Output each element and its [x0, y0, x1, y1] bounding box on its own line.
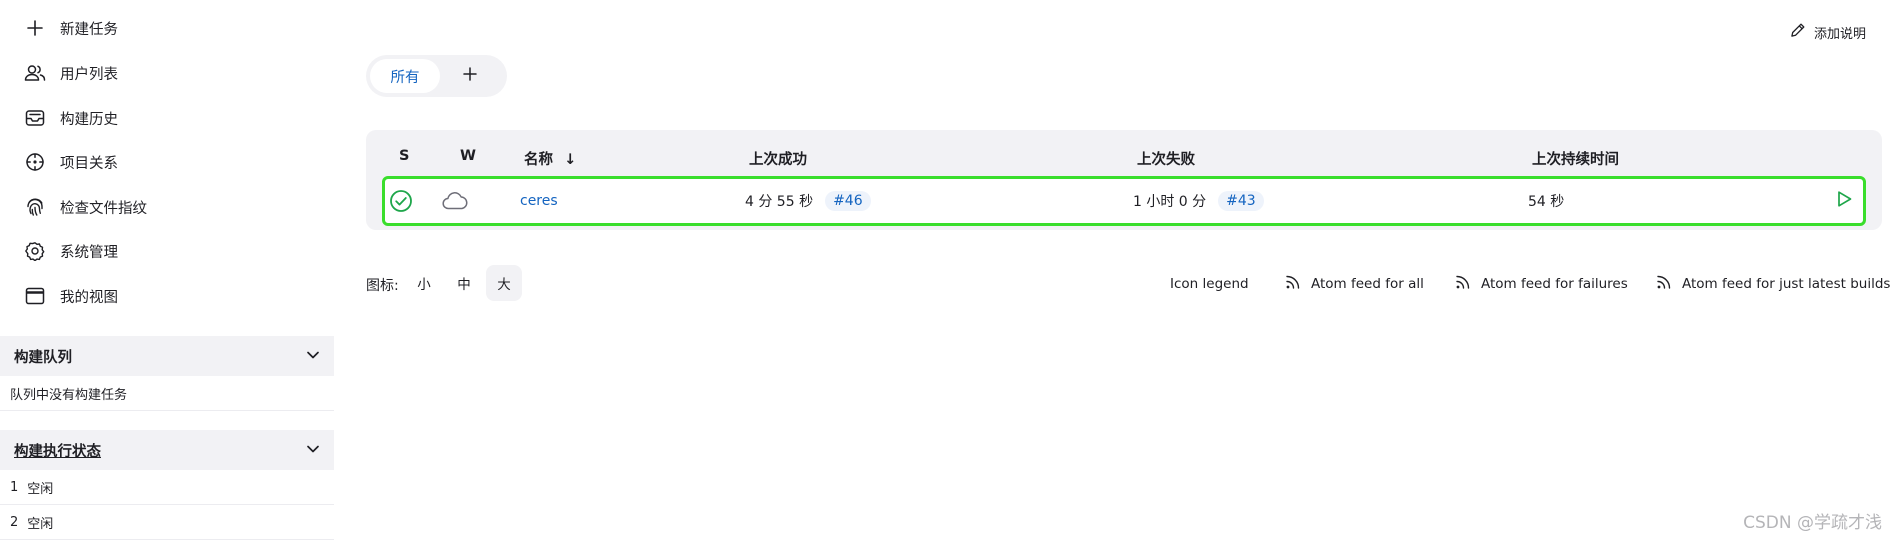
- build-queue-title: 构建队列: [14, 349, 72, 366]
- view-tabs: 所有: [366, 55, 507, 97]
- sidebar-item-label: 项目关系: [60, 155, 118, 172]
- users-icon: [24, 62, 46, 84]
- sidebar-item-users[interactable]: 用户列表: [24, 58, 118, 88]
- build-queue-header[interactable]: 构建队列: [0, 336, 334, 376]
- column-header-name-label: 名称: [524, 152, 553, 168]
- cloud-icon: [441, 179, 469, 223]
- sidebar: 新建任务 用户列表 构建历史 项目关系 检查文件指纹 系统管理 我的视图 构建队…: [0, 0, 334, 543]
- icon-size-small-button[interactable]: 小: [406, 265, 442, 301]
- build-queue-empty: 队列中没有构建任务: [0, 376, 334, 411]
- executor-status-header[interactable]: 构建执行状态: [0, 430, 334, 470]
- executor-number: 1: [10, 479, 19, 495]
- sidebar-item-my-views[interactable]: 我的视图: [24, 281, 118, 311]
- column-header-status[interactable]: S: [399, 148, 409, 164]
- column-header-last-failure[interactable]: 上次失败: [1137, 148, 1195, 169]
- atom-feed-latest-link[interactable]: Atom feed for just latest builds: [1656, 273, 1890, 295]
- icon-size-large-button[interactable]: 大: [486, 265, 522, 301]
- sidebar-item-manage-jenkins[interactable]: 系统管理: [24, 236, 118, 266]
- atom-feed-failures-link[interactable]: Atom feed for failures: [1455, 273, 1628, 295]
- tab-all[interactable]: 所有: [370, 59, 440, 93]
- last-failure-time: 1 小时 0 分: [1133, 194, 1207, 210]
- atom-feed-failures-label: Atom feed for failures: [1481, 276, 1628, 292]
- success-check-icon: [389, 179, 413, 223]
- add-description-label: 添加说明: [1814, 26, 1867, 42]
- chevron-down-icon[interactable]: [306, 348, 320, 364]
- last-failure-cell: 1 小时 0 分 #43: [1133, 179, 1264, 223]
- pencil-icon: [1790, 22, 1806, 42]
- rss-icon: [1656, 274, 1672, 294]
- last-success-cell: 4 分 55 秒 #46: [745, 179, 871, 223]
- watermark: CSDN @学疏才浅: [1743, 513, 1882, 533]
- table-row: ceres 4 分 55 秒 #46 1 小时 0 分 #43 54 秒: [382, 176, 1866, 226]
- atom-feed-all-link[interactable]: Atom feed for all: [1285, 273, 1424, 295]
- column-header-name[interactable]: 名称 ↓: [524, 148, 576, 169]
- sidebar-item-label: 我的视图: [60, 289, 118, 306]
- icon-size-medium-button[interactable]: 中: [446, 265, 482, 301]
- window-icon: [24, 285, 46, 307]
- build-now-button[interactable]: [1835, 179, 1853, 223]
- build-queue-empty-text: 队列中没有构建任务: [10, 387, 128, 403]
- atom-feed-all-label: Atom feed for all: [1311, 276, 1424, 292]
- add-description-link[interactable]: 添加说明: [1790, 22, 1866, 42]
- executor-row: 2 空闲: [0, 505, 334, 540]
- atom-feed-latest-label: Atom feed for just latest builds: [1682, 276, 1891, 292]
- crosshair-icon: [24, 151, 46, 173]
- chevron-down-icon[interactable]: [306, 442, 320, 458]
- sort-arrow-icon: ↓: [564, 152, 577, 168]
- executor-status-title[interactable]: 构建执行状态: [14, 440, 101, 461]
- last-duration: 54 秒: [1528, 194, 1565, 210]
- inbox-icon: [24, 107, 46, 129]
- executor-row: 1 空闲: [0, 470, 334, 505]
- sidebar-item-build-history[interactable]: 构建历史: [24, 103, 118, 133]
- rss-icon: [1285, 274, 1301, 294]
- sidebar-item-project-relationship[interactable]: 项目关系: [24, 147, 118, 177]
- job-name-link[interactable]: ceres: [520, 193, 558, 209]
- executor-status: 空闲: [27, 516, 54, 532]
- sidebar-item-label: 用户列表: [60, 66, 118, 83]
- sidebar-item-label: 系统管理: [60, 244, 118, 261]
- sidebar-item-label: 构建历史: [60, 111, 118, 128]
- icon-size-label: 图标:: [366, 278, 399, 294]
- rss-icon: [1455, 274, 1471, 294]
- plus-icon: [24, 17, 46, 39]
- icon-legend-link[interactable]: Icon legend: [1170, 273, 1249, 295]
- play-icon: [1835, 190, 1853, 212]
- jobs-table: S W 名称 ↓ 上次成功 上次失败 上次持续时间 ceres 4 分 55 秒…: [366, 130, 1882, 230]
- sidebar-item-new-job[interactable]: 新建任务: [24, 13, 118, 43]
- last-success-time: 4 分 55 秒: [745, 194, 814, 210]
- add-view-button[interactable]: [440, 59, 500, 93]
- plus-icon: [463, 67, 477, 85]
- gear-icon: [24, 240, 46, 262]
- executor-status: 空闲: [27, 481, 54, 497]
- column-header-last-duration[interactable]: 上次持续时间: [1532, 148, 1619, 169]
- sidebar-item-label: 检查文件指纹: [60, 200, 147, 217]
- last-success-build-link[interactable]: #46: [825, 191, 871, 211]
- icon-legend-label: Icon legend: [1170, 276, 1249, 292]
- last-failure-build-link[interactable]: #43: [1218, 191, 1264, 211]
- fingerprint-icon: [24, 196, 46, 218]
- column-header-weather[interactable]: W: [460, 148, 476, 164]
- sidebar-item-fingerprint[interactable]: 检查文件指纹: [24, 192, 147, 222]
- executor-number: 2: [10, 514, 19, 530]
- column-header-last-success[interactable]: 上次成功: [749, 148, 807, 169]
- sidebar-item-label: 新建任务: [60, 21, 118, 38]
